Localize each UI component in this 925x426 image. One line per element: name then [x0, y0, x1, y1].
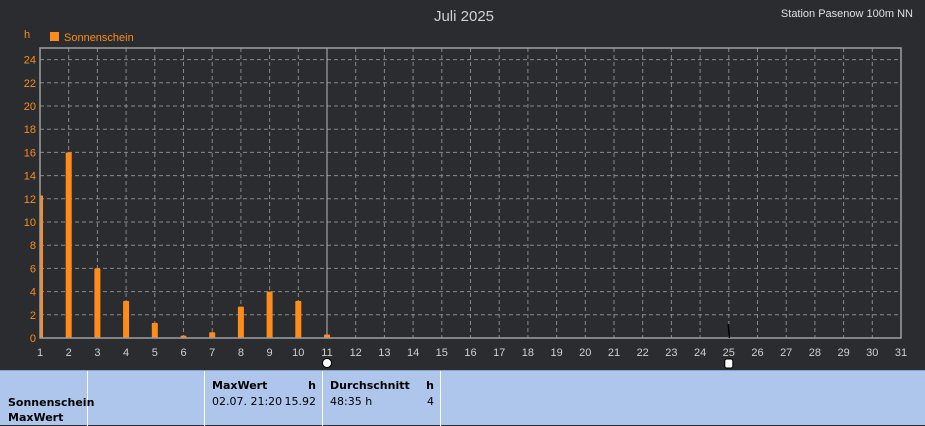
footer-maxwert-label: MaxWert: [8, 411, 64, 424]
bar-day-7: [209, 332, 216, 338]
x-tick-label: 11: [321, 347, 332, 359]
bar-day-2: [65, 152, 72, 338]
max-header: MaxWert: [212, 379, 268, 392]
max-unit: h: [308, 379, 316, 392]
week-marker: [724, 358, 734, 369]
station-name: Station Pasenow 100m NN: [781, 8, 913, 20]
x-tick-label: 9: [267, 347, 273, 359]
x-tick-label: 29: [837, 347, 849, 359]
y-tick-label: 10: [24, 217, 36, 229]
legend-swatch: [50, 32, 59, 41]
x-tick-label: 2: [66, 347, 72, 359]
y-tick-label: 12: [24, 194, 36, 206]
x-tick-label: 27: [780, 347, 792, 359]
x-tick-label: 22: [637, 347, 649, 359]
x-tick-label: 4: [123, 347, 129, 359]
week-marker-line: [727, 323, 731, 339]
x-tick-label: 19: [550, 347, 562, 359]
footer-label-cell: Sonnenschein MaxWert: [0, 371, 94, 426]
x-tick-label: 31: [895, 347, 907, 359]
legend-label: Sonnenschein: [64, 32, 134, 44]
y-tick-label: 8: [30, 240, 36, 252]
x-tick-label: 20: [579, 347, 591, 359]
x-tick-label: 7: [209, 347, 215, 359]
footer-max-cell: MaxWert h 02.07. 21:20 15.92: [205, 371, 323, 426]
y-tick-label: 18: [24, 124, 36, 136]
cursor-marker: [322, 358, 332, 368]
avg-unit: h: [426, 379, 434, 392]
footer-empty-cell: [88, 371, 205, 426]
x-tick-label: 13: [378, 347, 390, 359]
footer-avg-cell: Durchschnitt h 48:35 h 4: [323, 371, 441, 426]
bar-day-4: [123, 300, 130, 338]
y-axis-unit: h: [24, 29, 30, 41]
max-value: 15.92: [284, 395, 317, 408]
x-tick-label: 23: [665, 347, 677, 359]
x-tick-label: 26: [751, 347, 763, 359]
avg-value: 48:35 h: [330, 395, 373, 408]
x-tick-label: 25: [723, 347, 735, 359]
x-tick-label: 10: [292, 347, 304, 359]
y-tick-label: 20: [24, 101, 36, 113]
y-tick-label: 4: [30, 287, 36, 299]
avg-count: 4: [427, 395, 434, 408]
y-tick-label: 14: [24, 171, 36, 183]
bar-day-5: [151, 322, 158, 338]
x-tick-label: 30: [866, 347, 878, 359]
x-tick-label: 5: [152, 347, 158, 359]
max-date: 02.07. 21:20: [212, 395, 283, 408]
footer-series-label: Sonnenschein: [8, 396, 95, 409]
y-tick-label: 0: [30, 333, 36, 345]
bar-day-3: [94, 268, 101, 338]
x-tick-label: 28: [809, 347, 821, 359]
x-tick-label: 3: [94, 347, 100, 359]
x-tick-label: 17: [493, 347, 505, 359]
y-tick-label: 22: [24, 78, 36, 90]
x-tick-label: 12: [350, 347, 362, 359]
y-tick-label: 16: [24, 147, 36, 159]
x-tick-label: 16: [464, 347, 476, 359]
x-tick-label: 1: [37, 347, 43, 359]
x-tick-label: 18: [522, 347, 534, 359]
y-tick-label: 24: [24, 55, 36, 67]
statistics-footer: Sonnenschein MaxWert MaxWert h 02.07. 21…: [0, 370, 925, 426]
x-tick-label: 15: [436, 347, 448, 359]
y-tick-label: 2: [30, 310, 36, 322]
bar-day-9: [266, 291, 273, 338]
bar-day-10: [295, 300, 302, 338]
y-tick-label: 6: [30, 263, 36, 275]
x-tick-label: 24: [694, 347, 706, 359]
bar-day-8: [237, 306, 244, 338]
x-tick-label: 21: [608, 347, 620, 359]
x-tick-label: 14: [407, 347, 419, 359]
avg-header: Durchschnitt: [330, 379, 410, 392]
sunshine-chart: Juli 2025 Station Pasenow 100m NN h Sonn…: [24, 8, 913, 369]
x-tick-label: 6: [180, 347, 186, 359]
chart-title: Juli 2025: [434, 8, 494, 25]
x-tick-label: 8: [238, 347, 244, 359]
